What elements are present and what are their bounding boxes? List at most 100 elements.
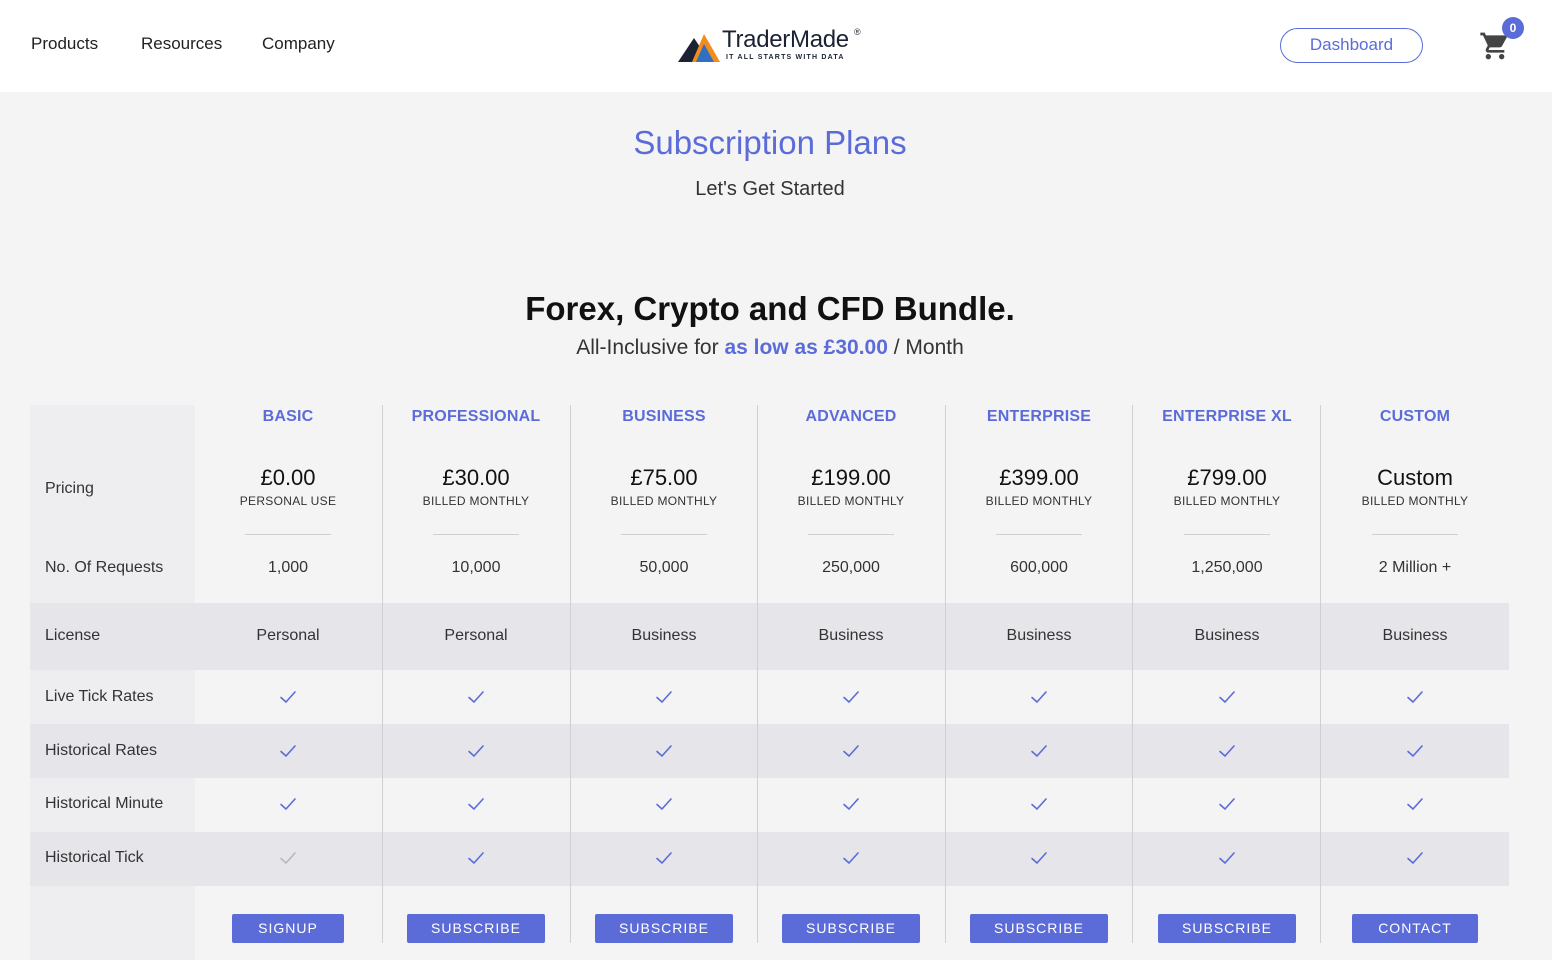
bundle-title: Forex, Crypto and CFD Bundle. — [525, 290, 1015, 327]
logo-registered-mark: ® — [854, 27, 861, 37]
check-icon — [382, 795, 570, 815]
requests-value: 10,000 — [451, 559, 501, 576]
logo-mark-icon — [678, 34, 720, 62]
check-icon — [757, 688, 945, 708]
plan-billing-note: BILLED MONTHLY — [1361, 494, 1469, 508]
page-subtitle: Let's Get Started — [695, 178, 845, 200]
check-icon — [570, 688, 758, 708]
pricing-divider — [1184, 534, 1270, 535]
check-icon — [1321, 688, 1509, 708]
check-icon — [757, 742, 945, 762]
plan-name: ENTERPRISE XL — [1162, 408, 1292, 425]
license-value: Personal — [256, 627, 320, 644]
license-value: Business — [631, 627, 697, 644]
row-label-license: License — [45, 627, 101, 644]
nav-resources[interactable]: Resources — [141, 34, 222, 54]
plan-name: ENTERPRISE — [986, 408, 1092, 425]
check-icon — [570, 742, 758, 762]
check-icon — [382, 742, 570, 762]
requests-value: 1,000 — [267, 559, 309, 576]
check-icon — [757, 795, 945, 815]
license-value: Personal — [444, 627, 508, 644]
check-icon — [945, 688, 1133, 708]
plan-billing-note: BILLED MONTHLY — [1173, 494, 1281, 508]
check-icon — [945, 849, 1133, 869]
check-inactive-icon — [194, 849, 382, 869]
logo-tagline: IT ALL STARTS WITH DATA — [726, 54, 845, 61]
check-icon — [382, 849, 570, 869]
check-icon — [570, 849, 758, 869]
subscribe-button[interactable]: SUBSCRIBE — [970, 914, 1108, 943]
plan-name: BUSINESS — [622, 408, 706, 425]
license-value: Business — [1382, 627, 1448, 644]
row-label-historical-rates: Historical Rates — [45, 742, 158, 759]
subscribe-button[interactable]: SUBSCRIBE — [1158, 914, 1296, 943]
contact-button[interactable]: CONTACT — [1352, 914, 1478, 943]
plan-name: PROFESSIONAL — [411, 408, 541, 425]
requests-value: 1,250,000 — [1191, 559, 1263, 576]
license-value: Business — [1006, 627, 1072, 644]
plan-billing-note: BILLED MONTHLY — [797, 494, 905, 508]
requests-value: 50,000 — [639, 559, 689, 576]
check-icon — [194, 688, 382, 708]
check-icon — [1321, 742, 1509, 762]
requests-value: 2 Million + — [1378, 559, 1452, 576]
row-label-requests: No. Of Requests — [45, 559, 164, 576]
row-label-live-tick-rates: Live Tick Rates — [45, 688, 154, 705]
pricing-divider — [621, 534, 707, 535]
plan-billing-note: BILLED MONTHLY — [422, 494, 530, 508]
tradermade-logo[interactable]: TraderMade ® IT ALL STARTS WITH DATA — [676, 26, 866, 66]
bundle-subtitle: All-Inclusive for as low as £30.00 / Mon… — [0, 336, 1540, 360]
page-title: Subscription Plans — [633, 124, 907, 161]
plan-price: £75.00 — [630, 465, 698, 490]
check-icon — [1133, 742, 1321, 762]
check-icon — [1133, 688, 1321, 708]
check-icon — [570, 795, 758, 815]
check-icon — [194, 795, 382, 815]
pricing-divider — [1372, 534, 1458, 535]
check-icon — [1321, 795, 1509, 815]
signup-button[interactable]: SIGNUP — [232, 914, 344, 943]
check-icon — [945, 795, 1133, 815]
check-icon — [382, 688, 570, 708]
bundle-price-highlight: as low as £30.00 — [724, 336, 888, 359]
row-label-historical-minute: Historical Minute — [45, 795, 164, 812]
check-icon — [757, 849, 945, 869]
plan-billing-note: PERSONAL USE — [239, 494, 337, 508]
license-value: Business — [818, 627, 884, 644]
check-icon — [194, 742, 382, 762]
logo-wordmark: TraderMade — [722, 26, 849, 53]
subscribe-button[interactable]: SUBSCRIBE — [595, 914, 733, 943]
plan-price: Custom — [1377, 465, 1453, 490]
plan-name: ADVANCED — [805, 408, 897, 425]
row-label-pricing: Pricing — [45, 480, 94, 497]
pricing-divider — [433, 534, 519, 535]
nav-products[interactable]: Products — [31, 34, 98, 54]
plan-price: £799.00 — [1187, 465, 1267, 490]
plan-price: £0.00 — [260, 465, 316, 490]
row-label-historical-tick: Historical Tick — [45, 849, 144, 866]
license-value: Business — [1194, 627, 1260, 644]
bundle-subtitle-suffix: / Month — [887, 336, 964, 359]
nav-company[interactable]: Company — [262, 34, 335, 54]
dashboard-button[interactable]: Dashboard — [1280, 28, 1423, 63]
cart-count-badge: 0 — [1502, 17, 1524, 39]
plan-billing-note: BILLED MONTHLY — [610, 494, 718, 508]
check-icon — [1133, 849, 1321, 869]
pricing-divider — [245, 534, 331, 535]
plan-name: BASIC — [262, 408, 314, 425]
check-icon — [1133, 795, 1321, 815]
requests-value: 600,000 — [1010, 559, 1068, 576]
bundle-subtitle-prefix: All-Inclusive for — [576, 336, 725, 359]
plan-price: £399.00 — [999, 465, 1079, 490]
plan-billing-note: BILLED MONTHLY — [985, 494, 1093, 508]
requests-value: 250,000 — [822, 559, 880, 576]
subscribe-button[interactable]: SUBSCRIBE — [407, 914, 545, 943]
plan-name: CUSTOM — [1379, 408, 1451, 425]
pricing-divider — [996, 534, 1082, 535]
check-icon — [1321, 849, 1509, 869]
top-navigation-bar: Products Resources Company TraderMade ® … — [0, 0, 1552, 92]
subscribe-button[interactable]: SUBSCRIBE — [782, 914, 920, 943]
plan-price: £30.00 — [442, 465, 510, 490]
check-icon — [945, 742, 1133, 762]
